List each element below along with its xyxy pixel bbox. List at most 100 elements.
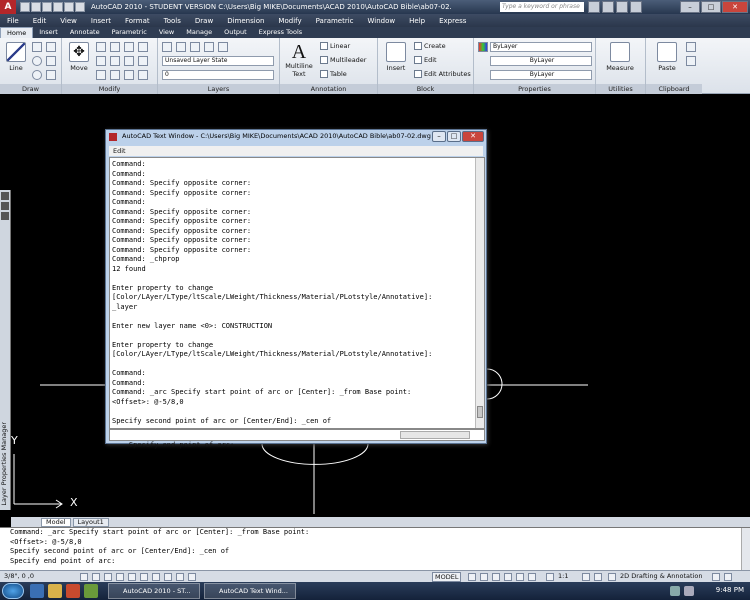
menu-format[interactable]: Format <box>118 17 157 25</box>
erase-icon[interactable] <box>124 42 134 52</box>
paste-button[interactable]: Paste <box>650 42 684 72</box>
lineweight-icon[interactable] <box>176 573 184 581</box>
menu-tools[interactable]: Tools <box>157 17 188 25</box>
block-panel-label[interactable]: Block <box>378 84 473 94</box>
binoculars-icon[interactable] <box>588 1 600 13</box>
measure-button[interactable]: Measure <box>600 42 640 72</box>
open-icon[interactable] <box>31 2 41 12</box>
polar-icon[interactable] <box>116 573 124 581</box>
tab-home[interactable]: Home <box>0 27 34 38</box>
save-icon[interactable] <box>42 2 52 12</box>
app-icon[interactable] <box>84 584 98 598</box>
polyline-icon[interactable] <box>32 42 42 52</box>
properties-panel-label[interactable]: Properties <box>474 84 595 94</box>
start-button[interactable] <box>2 583 24 599</box>
menu-edit[interactable]: Edit <box>113 147 126 155</box>
stretch-icon[interactable] <box>96 70 106 80</box>
close-button[interactable]: ✕ <box>722 1 748 13</box>
explode-icon[interactable] <box>124 56 134 66</box>
circle-icon[interactable] <box>32 56 42 66</box>
plot-icon[interactable] <box>75 2 85 12</box>
maximize-button[interactable]: □ <box>701 1 721 13</box>
redo-icon[interactable] <box>64 2 74 12</box>
multileader-button[interactable]: Multileader <box>320 56 366 64</box>
tab-model[interactable]: Model <box>41 517 71 527</box>
palette-properties-icon[interactable] <box>1 212 9 220</box>
quick-properties-icon[interactable] <box>188 573 196 581</box>
tab-manage[interactable]: Manage <box>180 27 218 38</box>
chamfer-icon[interactable] <box>138 70 148 80</box>
rectangle-icon[interactable] <box>46 70 56 80</box>
clock[interactable]: 9:48 PM <box>716 586 744 594</box>
cut-icon[interactable] <box>686 42 696 52</box>
quick-view-drawings-icon[interactable] <box>480 573 488 581</box>
tab-annotate[interactable]: Annotate <box>64 27 106 38</box>
communication-center-icon[interactable] <box>602 1 614 13</box>
command-window[interactable]: Command: _arc Specify start point of arc… <box>0 527 750 571</box>
draw-panel-label[interactable]: Draw <box>0 84 61 94</box>
tab-layout1[interactable]: Layout1 <box>72 517 109 527</box>
palette-close-icon[interactable] <box>1 192 9 200</box>
dyn-icon[interactable] <box>164 573 172 581</box>
menu-file[interactable]: File <box>0 17 26 25</box>
explorer-icon[interactable] <box>48 584 62 598</box>
tab-view[interactable]: View <box>153 27 180 38</box>
tw-close-button[interactable]: ✕ <box>462 131 484 142</box>
clean-screen-icon[interactable] <box>724 573 732 581</box>
rotate-icon[interactable] <box>96 42 106 52</box>
autocad-logo-icon[interactable]: A <box>0 0 16 14</box>
menu-dimension[interactable]: Dimension <box>220 17 271 25</box>
tab-output[interactable]: Output <box>218 27 253 38</box>
scale-icon[interactable] <box>110 70 120 80</box>
current-layer-dropdown[interactable]: 0 <box>162 70 274 80</box>
modify-panel-label[interactable]: Modify <box>62 84 157 94</box>
lock-ui-icon[interactable] <box>712 573 720 581</box>
array-icon[interactable] <box>124 70 134 80</box>
network-icon[interactable] <box>670 586 680 596</box>
workspace-switcher[interactable]: 2D Drafting & Annotation <box>620 572 703 580</box>
tab-express-tools[interactable]: Express Tools <box>253 27 308 38</box>
model-space-button[interactable]: MODEL <box>432 572 462 582</box>
menu-modify[interactable]: Modify <box>271 17 308 25</box>
undo-icon[interactable] <box>53 2 63 12</box>
lineweight-dropdown[interactable]: ByLayer <box>490 70 592 80</box>
layer-state-dropdown[interactable]: Unsaved Layer State <box>162 56 274 66</box>
tab-parametric[interactable]: Parametric <box>106 27 153 38</box>
multiline-text-button[interactable]: A Multiline Text <box>284 42 314 78</box>
utilities-panel-label[interactable]: Utilities <box>596 84 645 94</box>
new-icon[interactable] <box>20 2 30 12</box>
osnap-icon[interactable] <box>128 573 136 581</box>
help-icon[interactable] <box>630 1 642 13</box>
menu-express[interactable]: Express <box>432 17 473 25</box>
annotation-scale[interactable]: 1:1 <box>558 572 568 580</box>
menu-view[interactable]: View <box>53 17 84 25</box>
menu-edit[interactable]: Edit <box>26 17 54 25</box>
linetype-dropdown[interactable]: ByLayer <box>490 56 592 66</box>
snap-icon[interactable] <box>80 573 88 581</box>
menu-parametric[interactable]: Parametric <box>309 17 361 25</box>
line-button[interactable]: Line <box>2 42 30 72</box>
ie-icon[interactable] <box>30 584 44 598</box>
favorites-star-icon[interactable] <box>616 1 628 13</box>
table-button[interactable]: Table <box>320 70 347 78</box>
clipboard-panel-label[interactable]: Clipboard <box>646 84 702 94</box>
task-text-window[interactable]: AutoCAD Text Wind... <box>204 583 296 599</box>
layer-isolate-icon[interactable] <box>190 42 200 52</box>
command-scrollbar[interactable] <box>741 528 750 571</box>
ducs-icon[interactable] <box>152 573 160 581</box>
task-autocad[interactable]: AutoCAD 2010 - ST... <box>108 583 200 599</box>
tw-maximize-button[interactable]: □ <box>447 131 461 142</box>
move-button[interactable]: ✥ Move <box>65 42 93 72</box>
edit-attributes-button[interactable]: Edit Attributes <box>414 70 471 78</box>
palette-autohide-icon[interactable] <box>1 202 9 210</box>
pan-icon[interactable] <box>492 573 500 581</box>
search-input[interactable]: Type a keyword or phrase <box>500 2 584 12</box>
mirror-icon[interactable] <box>110 56 120 66</box>
layer-properties-palette[interactable]: Layer Properties Manager <box>0 190 11 510</box>
menu-help[interactable]: Help <box>402 17 432 25</box>
ortho-icon[interactable] <box>104 573 112 581</box>
horizontal-scrollbar[interactable] <box>400 431 470 439</box>
color-dropdown[interactable]: ByLayer <box>490 42 592 52</box>
volume-icon[interactable] <box>684 586 694 596</box>
edit-block-button[interactable]: Edit <box>414 56 437 64</box>
